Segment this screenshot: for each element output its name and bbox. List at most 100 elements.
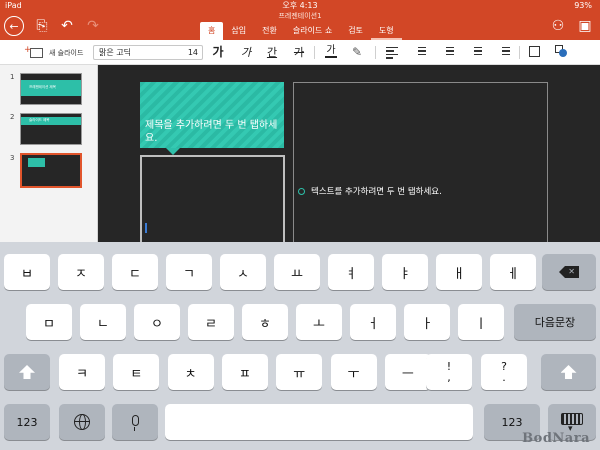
letter-key[interactable]: ㅇ <box>134 304 180 340</box>
ribbon-tab[interactable]: 검토 <box>340 22 371 40</box>
undo-icon[interactable]: ↶ <box>58 16 76 36</box>
title-bar: iPad 오후 4:13 93% 프레젠테이션1 ← ⎘ ↶ ↷ ⚇ ▣ 홈 삽입… <box>0 0 600 40</box>
bold-button[interactable]: 가 <box>212 44 224 61</box>
underline-button[interactable]: 간 <box>266 44 278 61</box>
dictation-key[interactable] <box>112 404 158 440</box>
thumbnail-number: 3 <box>10 154 15 162</box>
return-key[interactable]: 다음문장 <box>514 304 596 340</box>
ribbon-tabs: 홈 삽입 전환 슬라이드 쇼 검토 도형 <box>200 22 402 40</box>
letter-key[interactable]: ㅋ <box>59 354 105 390</box>
letter-key[interactable]: ㅈ <box>58 254 104 290</box>
onscreen-keyboard: ㅂㅈㄷㄱㅅㅛㅕㅑㅐㅔ ✕ ㅁㄴㅇㄹㅎㅗㅓㅏㅣ 다음문장 ㅋㅌㅊㅍㅠㅜㅡ ! , … <box>0 242 600 450</box>
letter-key[interactable]: ㅍ <box>221 354 268 390</box>
content-placeholder-left[interactable] <box>140 155 285 242</box>
font-color-button[interactable]: 가 <box>325 44 337 58</box>
font-size-field[interactable]: 14 <box>188 46 198 59</box>
letter-key[interactable]: ㅂ <box>4 254 50 290</box>
letter-key[interactable]: ㅊ <box>167 354 214 390</box>
ribbon-tab[interactable]: 도형 <box>370 22 402 40</box>
key-exclamation-comma[interactable]: ! , <box>426 354 472 390</box>
new-slide-icon <box>24 45 43 58</box>
font-name-field[interactable]: 맑은 고딕 14 <box>93 45 203 60</box>
increase-indent-icon[interactable] <box>498 47 510 57</box>
slide-thumbnail-3[interactable] <box>20 153 82 188</box>
shift-icon <box>19 365 35 379</box>
watermark-logo: BodNara <box>522 431 590 446</box>
arrange-icon[interactable] <box>529 46 540 57</box>
highlight-icon[interactable]: ✎ <box>350 44 364 61</box>
shift-key-left[interactable] <box>4 354 50 390</box>
letter-key[interactable]: ㅜ <box>330 354 377 390</box>
letter-key[interactable]: ㅓ <box>350 304 396 340</box>
shift-icon <box>560 365 577 379</box>
numbered-list-icon[interactable] <box>442 47 454 57</box>
bullet-list-icon[interactable] <box>414 47 426 57</box>
microphone-icon <box>131 415 139 431</box>
share-icon[interactable]: ⚇ <box>548 16 568 36</box>
globe-key[interactable] <box>59 404 105 440</box>
new-slide-label: 새 슬라이드 <box>49 48 84 57</box>
ribbon-tab[interactable]: 전환 <box>254 22 285 40</box>
backspace-key[interactable]: ✕ <box>542 254 596 290</box>
bullet-icon <box>298 188 305 195</box>
letter-key[interactable]: ㄹ <box>188 304 234 340</box>
letter-key[interactable]: ㅗ <box>296 304 342 340</box>
thumbnail-number: 2 <box>10 113 15 121</box>
letter-key[interactable]: ㅐ <box>436 254 482 290</box>
open-file-icon[interactable]: ⎘ <box>33 16 51 36</box>
letter-key[interactable]: ㅑ <box>382 254 428 290</box>
content-placeholder-right[interactable]: 텍스트를 추가하려면 두 번 탭하세요. <box>293 82 548 242</box>
letter-key[interactable]: ㅔ <box>490 254 536 290</box>
decrease-indent-icon[interactable] <box>470 47 482 57</box>
strikethrough-button[interactable]: 가 <box>293 44 305 61</box>
slide: 제목을 추가하려면 두 번 탭하세요. 텍스트를 추가하려면 두 번 탭하세요. <box>98 65 600 242</box>
divider <box>519 46 520 59</box>
backspace-icon: ✕ <box>559 266 579 278</box>
title-placeholder[interactable]: 제목을 추가하려면 두 번 탭하세요. <box>140 82 284 155</box>
numbers-key-left[interactable]: 123 <box>4 404 50 440</box>
text-cursor <box>145 223 147 233</box>
letter-key[interactable]: ㅣ <box>458 304 504 340</box>
letter-key[interactable]: ㄷ <box>112 254 158 290</box>
letter-key[interactable]: ㅛ <box>274 254 320 290</box>
ribbon-toolbar: 새 슬라이드 맑은 고딕 14 가 가 간 가 가 ✎ <box>0 40 600 65</box>
slide-thumbnail-2[interactable]: 슬라이드 제목 <box>20 113 82 145</box>
thumbnail-title-band <box>28 158 45 167</box>
letter-key[interactable]: ㄴ <box>80 304 126 340</box>
shift-key-right[interactable] <box>541 354 596 390</box>
letter-key[interactable]: ㅅ <box>220 254 266 290</box>
letter-key[interactable]: ㅡ <box>384 354 431 390</box>
title-placeholder-text: 제목을 추가하려면 두 번 탭하세요. <box>145 120 278 144</box>
divider <box>375 46 376 59</box>
letter-key[interactable]: ㅏ <box>404 304 450 340</box>
italic-button[interactable]: 가 <box>240 44 252 61</box>
letter-key[interactable]: ㅌ <box>113 354 160 390</box>
body-placeholder-text: 텍스트를 추가하려면 두 번 탭하세요. <box>311 187 442 197</box>
divider <box>314 46 315 59</box>
key-lower: , <box>447 371 451 384</box>
slide-thumbnail-1[interactable]: 프레젠테이션 제목 <box>20 73 82 105</box>
shapes-icon[interactable] <box>555 45 567 57</box>
redo-icon[interactable]: ↷ <box>84 16 102 36</box>
thumbnail-number: 1 <box>10 73 15 81</box>
align-left-icon[interactable] <box>386 47 398 59</box>
present-icon[interactable]: ▣ <box>576 16 594 36</box>
key-question-period[interactable]: ? . <box>481 354 527 390</box>
key-lower: . <box>502 371 506 384</box>
font-name-value: 맑은 고딕 <box>99 48 131 57</box>
thumbnail-title: 프레젠테이션 제목 <box>29 85 56 89</box>
globe-icon <box>74 414 90 430</box>
slide-canvas: 제목을 추가하려면 두 번 탭하세요. 텍스트를 추가하려면 두 번 탭하세요. <box>98 65 600 242</box>
letter-key[interactable]: ㅕ <box>328 254 374 290</box>
ribbon-tab[interactable]: 삽입 <box>223 22 254 40</box>
letter-key[interactable]: ㅁ <box>26 304 72 340</box>
letter-key[interactable]: ㅠ <box>276 354 323 390</box>
thumbnail-title: 슬라이드 제목 <box>29 118 50 122</box>
ribbon-tab[interactable]: 슬라이드 쇼 <box>285 22 340 40</box>
letter-key[interactable]: ㅎ <box>242 304 288 340</box>
letter-key[interactable]: ㄱ <box>166 254 212 290</box>
new-slide-button[interactable]: 새 슬라이드 <box>24 45 84 60</box>
back-icon[interactable]: ← <box>4 16 24 36</box>
space-bar[interactable] <box>165 404 473 440</box>
ribbon-tab[interactable]: 홈 <box>200 22 224 40</box>
